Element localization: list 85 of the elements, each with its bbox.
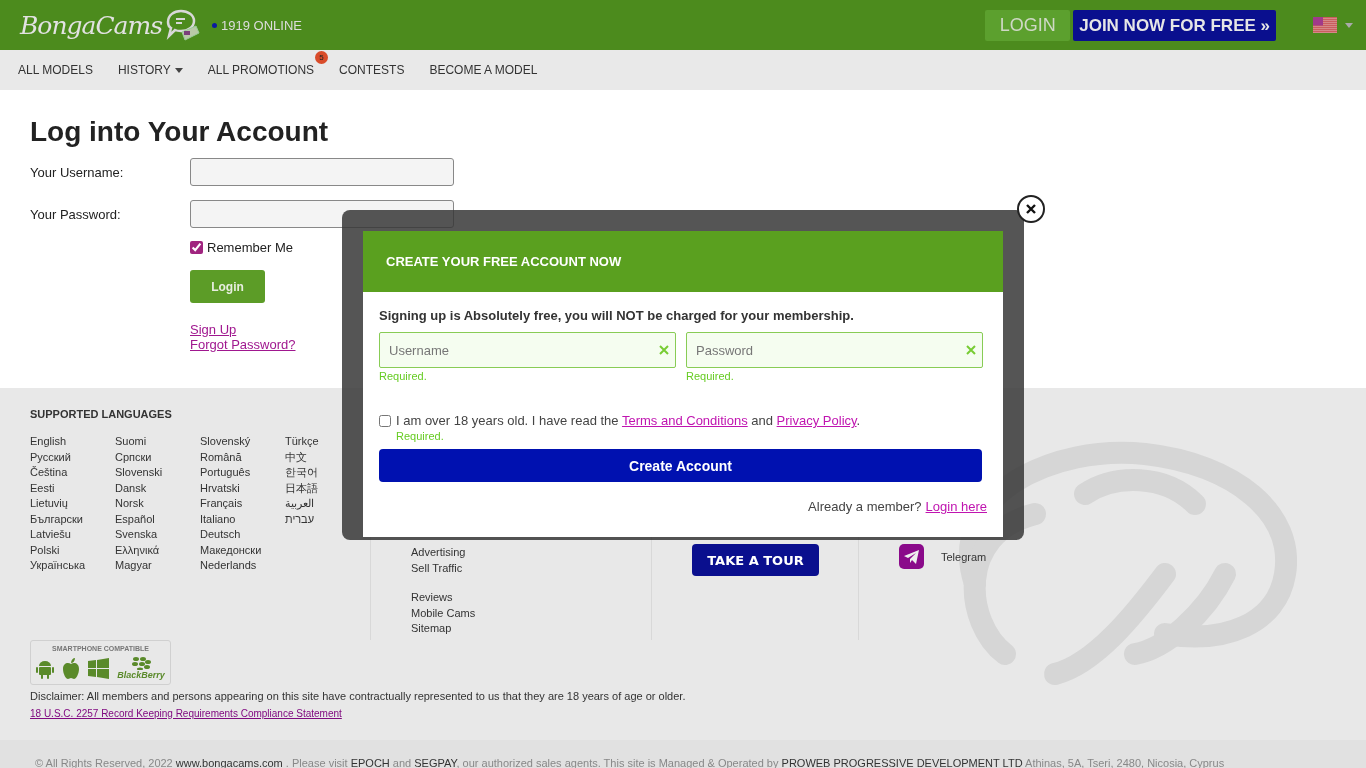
notification-badge: 5	[315, 51, 329, 64]
language-link[interactable]: Dansk	[115, 480, 200, 496]
social-link[interactable]: Telegram	[941, 550, 987, 563]
close-button[interactable]	[1017, 195, 1045, 223]
validation-message: Required.	[686, 370, 735, 383]
language-link[interactable]: Eesti	[30, 480, 115, 496]
language-link[interactable]: Hrvatski	[200, 480, 285, 496]
compliance-link[interactable]: 18 U.S.C. 2257 Record Keeping Requirements Compliance Statement	[30, 708, 342, 719]
language-link[interactable]: Македонски	[200, 542, 285, 558]
language-link[interactable]: Nederlands	[200, 558, 285, 574]
terms-agreement-text: I am over 18 years old. I have read the Terms and Conditions and Privacy Policy.	[396, 413, 861, 428]
language-link[interactable]: Lietuvių	[30, 496, 115, 512]
text-link[interactable]: Forgot Password?	[190, 337, 296, 352]
language-link[interactable]: Русский	[30, 449, 115, 465]
field-label: Your Username:	[30, 164, 125, 180]
checkbox-label: Remember Me	[207, 240, 293, 255]
language-link[interactable]: Čeština	[30, 465, 115, 481]
nav-menu-item[interactable]: ALL MODELS	[18, 63, 93, 77]
checkbox[interactable]	[190, 241, 203, 254]
text-link[interactable]: Login here	[925, 499, 987, 514]
language-link[interactable]: Português	[200, 465, 285, 481]
nav-menu-item[interactable]: HISTORY	[117, 63, 183, 77]
language-link[interactable]: Magyar	[115, 558, 200, 574]
footer-link[interactable]: Mobile Cams	[411, 605, 651, 621]
language-link[interactable]: Српски	[115, 449, 200, 465]
caret-icon	[1345, 22, 1353, 28]
language-link[interactable]: Norsk	[115, 496, 200, 512]
blackberry-logo-text: BlackBerry	[117, 670, 165, 680]
text-link[interactable]: Sign Up	[190, 322, 237, 337]
language-selector[interactable]	[1313, 17, 1353, 33]
input-field[interactable]: Password	[686, 332, 983, 368]
footer-link[interactable]: Sitemap	[411, 621, 651, 637]
language-link[interactable]: Polski	[30, 542, 115, 558]
language-link[interactable]: Български	[30, 511, 115, 527]
apple-icon	[62, 658, 81, 679]
member-prompt-text: Already a member?	[808, 499, 922, 514]
modal-title: CREATE YOUR FREE ACCOUNT NOW	[386, 254, 622, 269]
text-link[interactable]: SEGPAY	[414, 757, 457, 768]
text-link[interactable]: EPOCH	[350, 757, 390, 768]
language-link[interactable]: Español	[115, 511, 200, 527]
site-logo-text: BongaCams	[20, 10, 162, 40]
tour-button[interactable]: TAKE A TOUR	[692, 544, 819, 576]
validation-message: Required.	[379, 370, 428, 383]
nav-menu-item[interactable]: BECOME A MODEL	[429, 63, 538, 77]
language-link[interactable]: Latviešu	[30, 527, 115, 543]
text-link[interactable]: PROWEB PROGRESSIVE DEVELOPMENT LTD	[781, 757, 1023, 768]
language-link[interactable]: Suomi	[115, 434, 200, 450]
validation-message: Required.	[396, 430, 445, 443]
language-link[interactable]: English	[30, 434, 115, 450]
field-label: Your Password:	[30, 206, 122, 222]
language-link[interactable]: Ελληνικά	[115, 542, 200, 558]
online-count: 1919 ONLINE	[221, 17, 302, 33]
text-link[interactable]: Privacy Policy	[776, 413, 857, 428]
error-cross-icon	[966, 345, 976, 355]
language-link[interactable]: Italiano	[200, 511, 285, 527]
language-link[interactable]: Українська	[30, 558, 115, 574]
footer-link[interactable]: Sell Traffic	[411, 560, 651, 576]
create-account-button[interactable]: Create Account	[379, 449, 982, 482]
checkbox[interactable]	[379, 415, 391, 427]
nav-menu-item[interactable]: ALL PROMOTIONS	[207, 63, 315, 77]
blackberry-icon	[131, 657, 151, 670]
paper-plane-icon[interactable]	[899, 544, 924, 569]
chat-bubble-logo-icon	[164, 8, 200, 42]
input-field[interactable]	[190, 158, 454, 186]
language-link[interactable]: Français	[200, 496, 285, 512]
section-heading: SUPPORTED LANGUAGES	[30, 408, 173, 422]
close-icon	[1026, 204, 1036, 214]
footer-link[interactable]: Advertising	[411, 545, 651, 561]
error-cross-icon	[659, 345, 669, 355]
language-link[interactable]: Slovenski	[115, 465, 200, 481]
language-link[interactable]: Română	[200, 449, 285, 465]
windows-icon	[88, 658, 110, 679]
language-link[interactable]: Svenska	[115, 527, 200, 543]
language-link[interactable]: Deutsch	[200, 527, 285, 543]
input-field[interactable]: Username	[379, 332, 676, 368]
footer-link[interactable]: Reviews	[411, 590, 651, 606]
intro-text: Signing up is Absolutely free, you will NOT be charged for your membership.	[379, 308, 855, 323]
disclaimer-text: Disclaimer: All members and persons appearing on this site have contractually represented to us that they are 18 years of age or older.	[30, 690, 687, 703]
flag-icon	[1313, 17, 1337, 33]
text-link[interactable]: Terms and Conditions	[621, 413, 748, 428]
join-button[interactable]: JOIN NOW FOR FREE »	[1073, 9, 1276, 41]
android-icon	[36, 658, 55, 679]
language-link[interactable]: Slovenský	[200, 434, 285, 450]
online-status-dot	[212, 22, 217, 28]
nav-menu-item[interactable]: CONTESTS	[339, 63, 405, 77]
